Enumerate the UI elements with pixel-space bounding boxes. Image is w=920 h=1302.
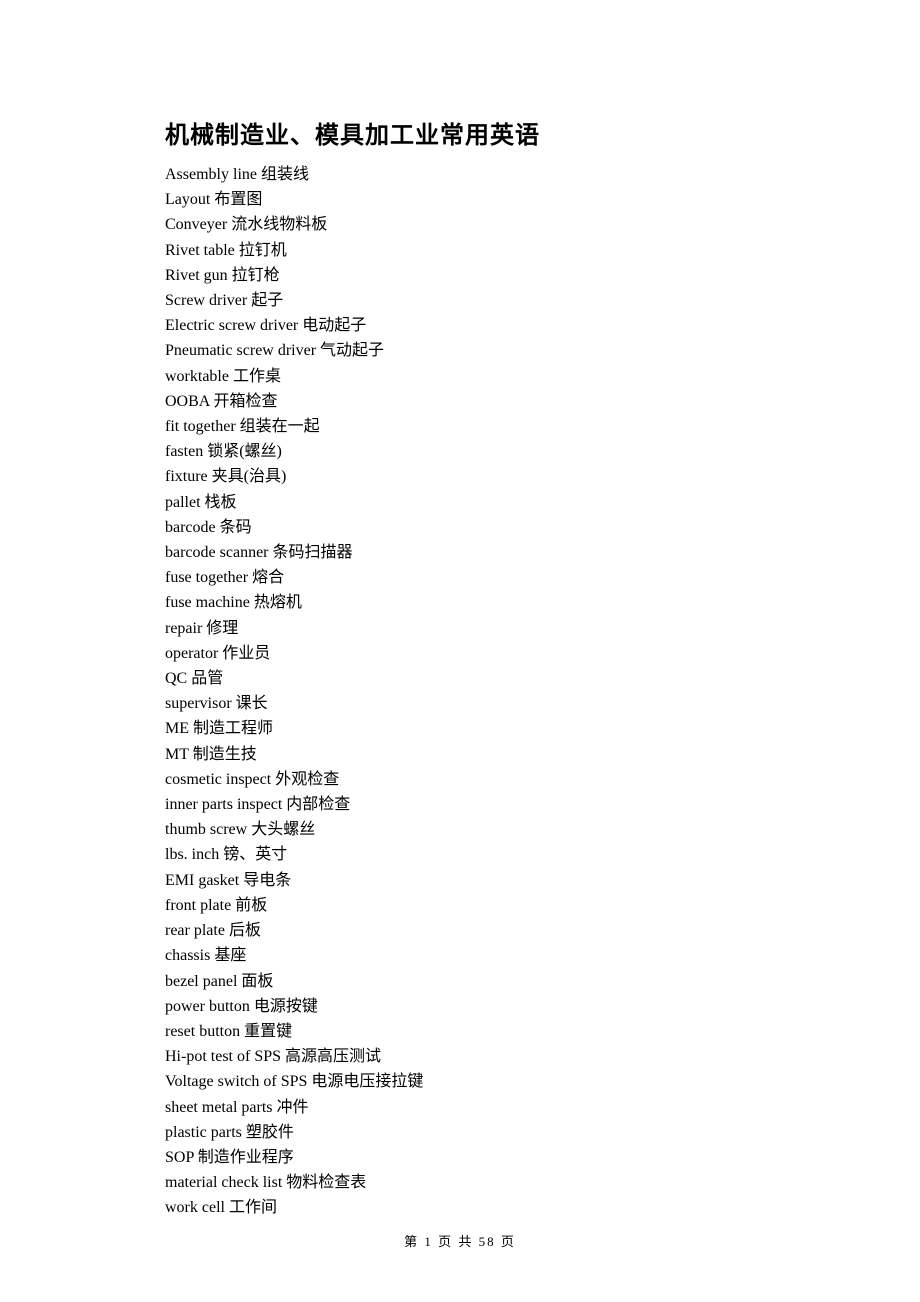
vocabulary-entry: front plate 前板 (165, 893, 755, 918)
vocabulary-entry: QC 品管 (165, 666, 755, 691)
vocabulary-entry: sheet metal parts 冲件 (165, 1095, 755, 1120)
vocabulary-entry: work cell 工作间 (165, 1195, 755, 1220)
vocabulary-entry: Voltage switch of SPS 电源电压接拉键 (165, 1069, 755, 1094)
vocabulary-entry: OOBA 开箱检查 (165, 389, 755, 414)
vocabulary-entry: Rivet table 拉钉机 (165, 238, 755, 263)
page-footer: 第 1 页 共 58 页 (0, 1231, 920, 1250)
vocabulary-entry: Conveyer 流水线物料板 (165, 212, 755, 237)
vocabulary-entry: fit together 组装在一起 (165, 414, 755, 439)
vocabulary-entry: inner parts inspect 内部检查 (165, 792, 755, 817)
vocabulary-entry: repair 修理 (165, 616, 755, 641)
vocabulary-entry: bezel panel 面板 (165, 969, 755, 994)
vocabulary-entry: Electric screw driver 电动起子 (165, 313, 755, 338)
vocabulary-entry: cosmetic inspect 外观检查 (165, 767, 755, 792)
vocabulary-entry: Hi-pot test of SPS 高源高压测试 (165, 1044, 755, 1069)
vocabulary-entry: fuse machine 热熔机 (165, 590, 755, 615)
vocabulary-entry: Layout 布置图 (165, 187, 755, 212)
vocabulary-entry: pallet 栈板 (165, 490, 755, 515)
vocabulary-entry: MT 制造生技 (165, 742, 755, 767)
vocabulary-entry: SOP 制造作业程序 (165, 1145, 755, 1170)
vocabulary-entry: material check list 物料检查表 (165, 1170, 755, 1195)
vocabulary-entry: worktable 工作桌 (165, 364, 755, 389)
vocabulary-entry: operator 作业员 (165, 641, 755, 666)
vocabulary-entry: Rivet gun 拉钉枪 (165, 263, 755, 288)
vocabulary-entry: plastic parts 塑胶件 (165, 1120, 755, 1145)
vocabulary-entry: thumb screw 大头螺丝 (165, 817, 755, 842)
vocabulary-entry: fasten 锁紧(螺丝) (165, 439, 755, 464)
vocabulary-list: Assembly line 组装线Layout 布置图Conveyer 流水线物… (165, 162, 755, 1221)
vocabulary-entry: barcode scanner 条码扫描器 (165, 540, 755, 565)
document-title: 机械制造业、模具加工业常用英语 (165, 115, 755, 150)
vocabulary-entry: chassis 基座 (165, 943, 755, 968)
vocabulary-entry: rear plate 后板 (165, 918, 755, 943)
vocabulary-entry: fuse together 熔合 (165, 565, 755, 590)
vocabulary-entry: supervisor 课长 (165, 691, 755, 716)
vocabulary-entry: ME 制造工程师 (165, 716, 755, 741)
vocabulary-entry: lbs. inch 镑、英寸 (165, 842, 755, 867)
vocabulary-entry: Assembly line 组装线 (165, 162, 755, 187)
vocabulary-entry: reset button 重置键 (165, 1019, 755, 1044)
vocabulary-entry: barcode 条码 (165, 515, 755, 540)
document-page: 机械制造业、模具加工业常用英语 Assembly line 组装线Layout … (0, 0, 920, 1221)
vocabulary-entry: EMI gasket 导电条 (165, 868, 755, 893)
vocabulary-entry: Screw driver 起子 (165, 288, 755, 313)
vocabulary-entry: Pneumatic screw driver 气动起子 (165, 338, 755, 363)
vocabulary-entry: power button 电源按键 (165, 994, 755, 1019)
vocabulary-entry: fixture 夹具(治具) (165, 464, 755, 489)
